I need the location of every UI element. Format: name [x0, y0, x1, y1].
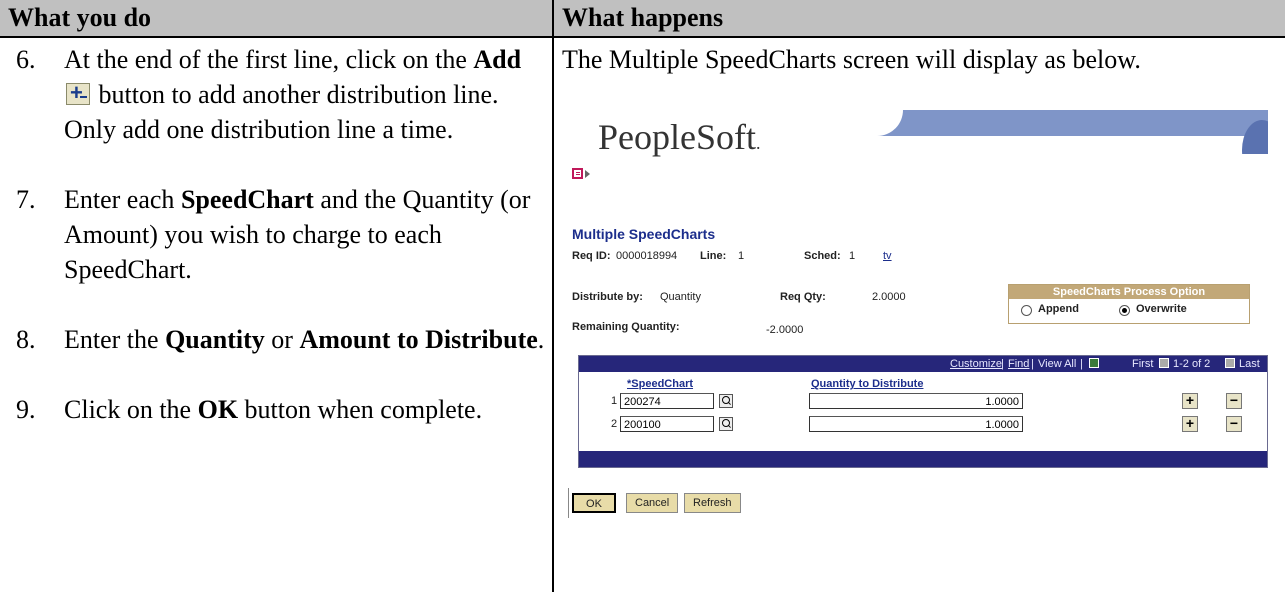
grid-sep: | — [1080, 358, 1083, 370]
step-text-part: button when complete. — [238, 395, 483, 424]
grid-last-label: Last — [1239, 358, 1260, 370]
step-text-part: button to add another distribution line.… — [64, 80, 499, 144]
step-number: 6. — [16, 45, 36, 74]
step-bold-speedchart: SpeedChart — [180, 185, 314, 214]
menu-icon[interactable] — [572, 168, 583, 179]
cancel-button[interactable]: Cancel — [626, 493, 679, 513]
add-row-button[interactable]: + — [1182, 416, 1198, 432]
customize-text[interactable]: Customize — [950, 358, 1002, 370]
grid-customize-link[interactable]: Customize — [950, 358, 1002, 370]
overwrite-label: Overwrite — [1136, 303, 1187, 315]
step-bold-ok: OK — [197, 395, 239, 424]
peoplesoft-screenshot: PeopleSoft. Multiple SpeedCharts Req ID:… — [568, 110, 1268, 570]
grid-navigation-bar: Customize | Find | View All | First 1-2 … — [579, 356, 1267, 372]
refresh-button[interactable]: Refresh — [684, 493, 741, 513]
overwrite-radio[interactable] — [1119, 305, 1130, 316]
lookup-icon[interactable] — [719, 417, 733, 431]
row-number: 2 — [611, 418, 618, 430]
process-option-title: SpeedCharts Process Option — [1009, 285, 1249, 299]
header-divider — [0, 36, 1285, 38]
logo-text: PeopleSoft — [598, 117, 756, 157]
step-text-part: Enter each — [64, 185, 181, 214]
tv-link[interactable]: tv — [883, 250, 892, 262]
step-bold-amount: Amount to Distribute — [299, 325, 538, 354]
append-label: Append — [1038, 303, 1079, 315]
step-text-part: Enter the — [64, 325, 166, 354]
grid-find-link[interactable]: Find — [1008, 358, 1029, 370]
step-text-part: . — [537, 325, 545, 354]
step-7: 7. Enter each SpeedChart and the Quantit… — [8, 182, 548, 287]
lookup-icon[interactable] — [719, 394, 733, 408]
column-divider — [552, 0, 554, 592]
speedchart-grid: Customize | Find | View All | First 1-2 … — [578, 355, 1268, 468]
grid-viewall-link[interactable]: View All — [1038, 358, 1076, 370]
step-9: 9. Click on the OK button when complete. — [8, 392, 548, 427]
quantity-input[interactable]: 1.0000 — [809, 393, 1023, 409]
header-what-you-do: What you do — [0, 0, 552, 36]
grid-sep: | — [1031, 358, 1034, 370]
req-id-label: Req ID: — [572, 250, 611, 262]
req-qty-label: Req Qty: — [780, 291, 826, 303]
distribute-by-label: Distribute by: — [572, 291, 643, 303]
step-text-part: Click on the — [64, 395, 198, 424]
instruction-table: What you do What happens 6. At the end o… — [0, 0, 1285, 592]
step-text-part: At the end of the first line, click on t… — [64, 45, 474, 74]
add-row-button[interactable]: + — [1182, 393, 1198, 409]
sched-label: Sched: — [804, 250, 841, 262]
prev-arrow-icon[interactable] — [1159, 358, 1169, 368]
logo-dot: . — [756, 133, 761, 153]
banner-curve — [783, 110, 903, 136]
req-qty-value: 2.0000 — [872, 291, 906, 303]
header-banner — [783, 110, 1268, 154]
step-text: Enter the Quantity or Amount to Distribu… — [64, 322, 548, 357]
step-text-part: or — [264, 325, 300, 354]
remaining-quantity-label: Remaining Quantity: — [572, 321, 680, 333]
column-header-quantity[interactable]: Quantity to Distribute — [811, 378, 923, 390]
delete-row-button[interactable]: − — [1226, 416, 1242, 432]
next-arrow-icon[interactable] — [1225, 358, 1235, 368]
grid-range: 1-2 of 2 — [1173, 358, 1211, 370]
grid-first-label: First — [1132, 358, 1154, 370]
divider — [568, 488, 569, 518]
menu-arrow-icon[interactable] — [585, 170, 590, 178]
line-label: Line: — [700, 250, 727, 262]
grid-sep: | — [1001, 358, 1004, 370]
speedchart-input[interactable]: 200100 — [620, 416, 714, 432]
speedchart-input[interactable]: 200274 — [620, 393, 714, 409]
append-radio[interactable] — [1021, 305, 1032, 316]
delete-row-button[interactable]: − — [1226, 393, 1242, 409]
step-bold-add: Add — [473, 45, 522, 74]
step-text: Enter each SpeedChart and the Quantity (… — [64, 182, 548, 287]
line-value: 1 — [738, 250, 745, 262]
step-text: At the end of the first line, click on t… — [64, 42, 548, 147]
page-title: Multiple SpeedCharts — [572, 226, 716, 242]
step-8: 8. Enter the Quantity or Amount to Distr… — [8, 322, 548, 357]
step-6: 6. At the end of the first line, click o… — [8, 42, 548, 147]
add-row-icon — [66, 75, 90, 110]
remaining-quantity-value: -2.0000 — [766, 324, 804, 336]
row-number: 1 — [611, 395, 618, 407]
req-id-value: 0000018994 — [616, 250, 678, 262]
grid-footer-bar — [579, 451, 1267, 467]
distribute-by-value: Quantity — [660, 291, 701, 303]
step-bold-quantity: Quantity — [165, 325, 265, 354]
steps-list: 6. At the end of the first line, click o… — [8, 42, 548, 462]
intro-text: The Multiple SpeedCharts screen will dis… — [562, 45, 1141, 74]
peoplesoft-logo: PeopleSoft. — [598, 116, 761, 158]
download-icon[interactable] — [1089, 358, 1099, 368]
process-option-box: SpeedCharts Process Option Append Overwr… — [1008, 284, 1250, 324]
column-header-speedchart[interactable]: *SpeedChart — [627, 378, 693, 390]
step-number: 9. — [16, 395, 36, 424]
find-text[interactable]: Find — [1008, 358, 1029, 370]
ok-button[interactable]: OK — [572, 493, 616, 513]
step-number: 8. — [16, 325, 36, 354]
step-number: 7. — [16, 185, 36, 214]
header-what-happens: What happens — [554, 0, 1285, 36]
quantity-input[interactable]: 1.0000 — [809, 416, 1023, 432]
step-text: Click on the OK button when complete. — [64, 392, 548, 427]
sched-value: 1 — [849, 250, 856, 262]
